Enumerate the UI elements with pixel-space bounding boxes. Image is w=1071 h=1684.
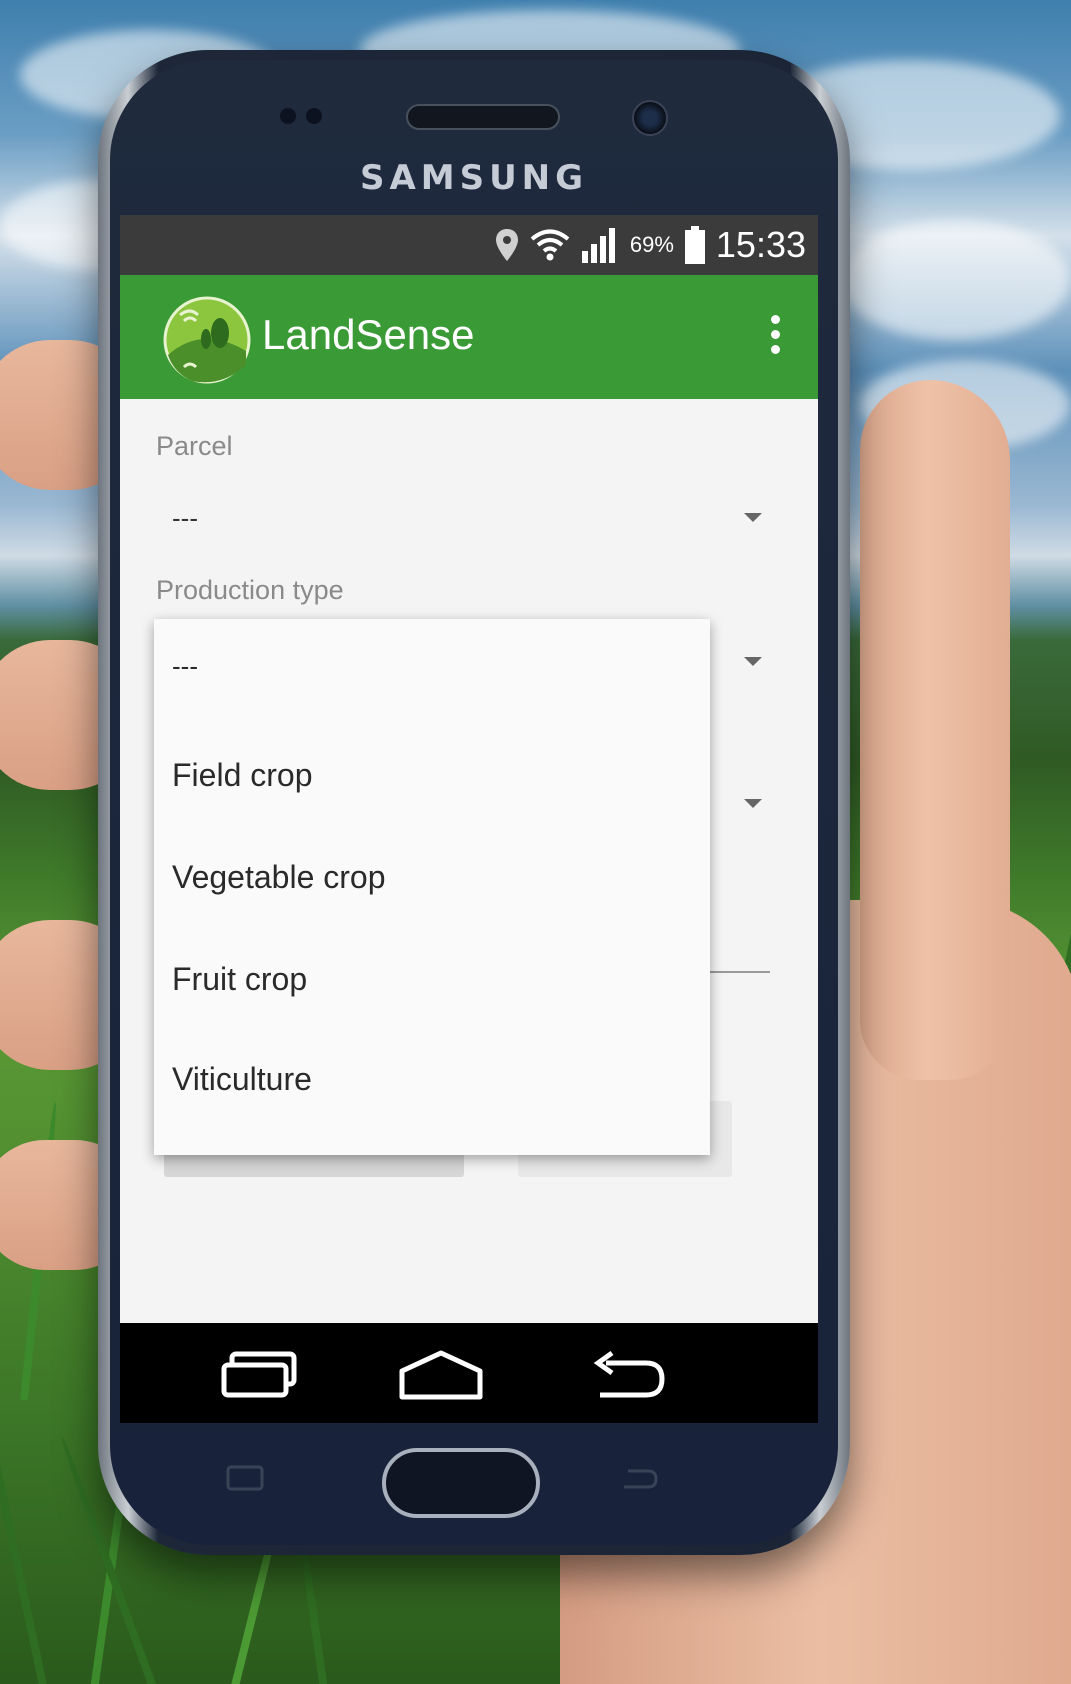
chevron-down-icon [744,657,762,666]
home-icon[interactable] [396,1349,486,1401]
dropdown-option-viticulture[interactable]: Viticulture [172,1061,312,1098]
chevron-down-icon [744,799,762,808]
status-icons: 69% 15:33 [494,215,806,275]
app-title: LandSense [262,311,475,358]
signal-icon [581,228,615,263]
dropdown-option-vegetable-crop[interactable]: Vegetable crop [172,859,386,896]
location-icon [495,229,518,261]
dropdown-option-fruit-crop[interactable]: Fruit crop [172,961,307,998]
production-type-dropdown: --- Field crop Vegetable crop Fruit crop… [154,619,710,1155]
landsense-logo-icon [163,296,251,384]
earpiece-speaker [406,104,560,130]
parcel-value: --- [172,503,198,533]
recent-apps-icon [226,1465,264,1491]
report-form: Parcel --- Production type --- TAKE A PI… [120,399,818,1323]
sensor [280,108,296,124]
battery-icon [684,226,705,264]
overflow-menu-icon[interactable] [768,315,782,359]
dropdown-option[interactable]: --- [172,651,198,682]
system-nav-bar [120,1323,818,1423]
wifi-icon [530,229,570,261]
production-type-label: Production type [156,575,344,605]
grass-blade [299,1540,328,1684]
back-icon [624,1469,658,1489]
front-camera [632,100,668,136]
status-bar: 69% 15:33 [120,215,818,275]
app-bar: LandSense [120,275,818,399]
sensor [306,108,322,124]
back-icon[interactable] [586,1349,666,1401]
hand-thumb [860,380,1010,1080]
phone-screen: 69% 15:33 LandSense Parcel --- Productio… [120,215,818,1423]
photo-scene: SAMSUNG 69% 15:33 LandSense Parcel --- P… [0,0,1071,1684]
chevron-down-icon [744,513,762,522]
brand-label: SAMSUNG [359,158,589,198]
recent-apps-icon[interactable] [220,1351,300,1399]
parcel-label: Parcel [156,431,233,461]
physical-home-button[interactable] [382,1448,540,1518]
dropdown-option-field-crop[interactable]: Field crop [172,757,313,794]
cloud [840,220,1070,340]
status-time: 15:33 [715,224,806,265]
battery-percent: 69% [629,232,674,257]
